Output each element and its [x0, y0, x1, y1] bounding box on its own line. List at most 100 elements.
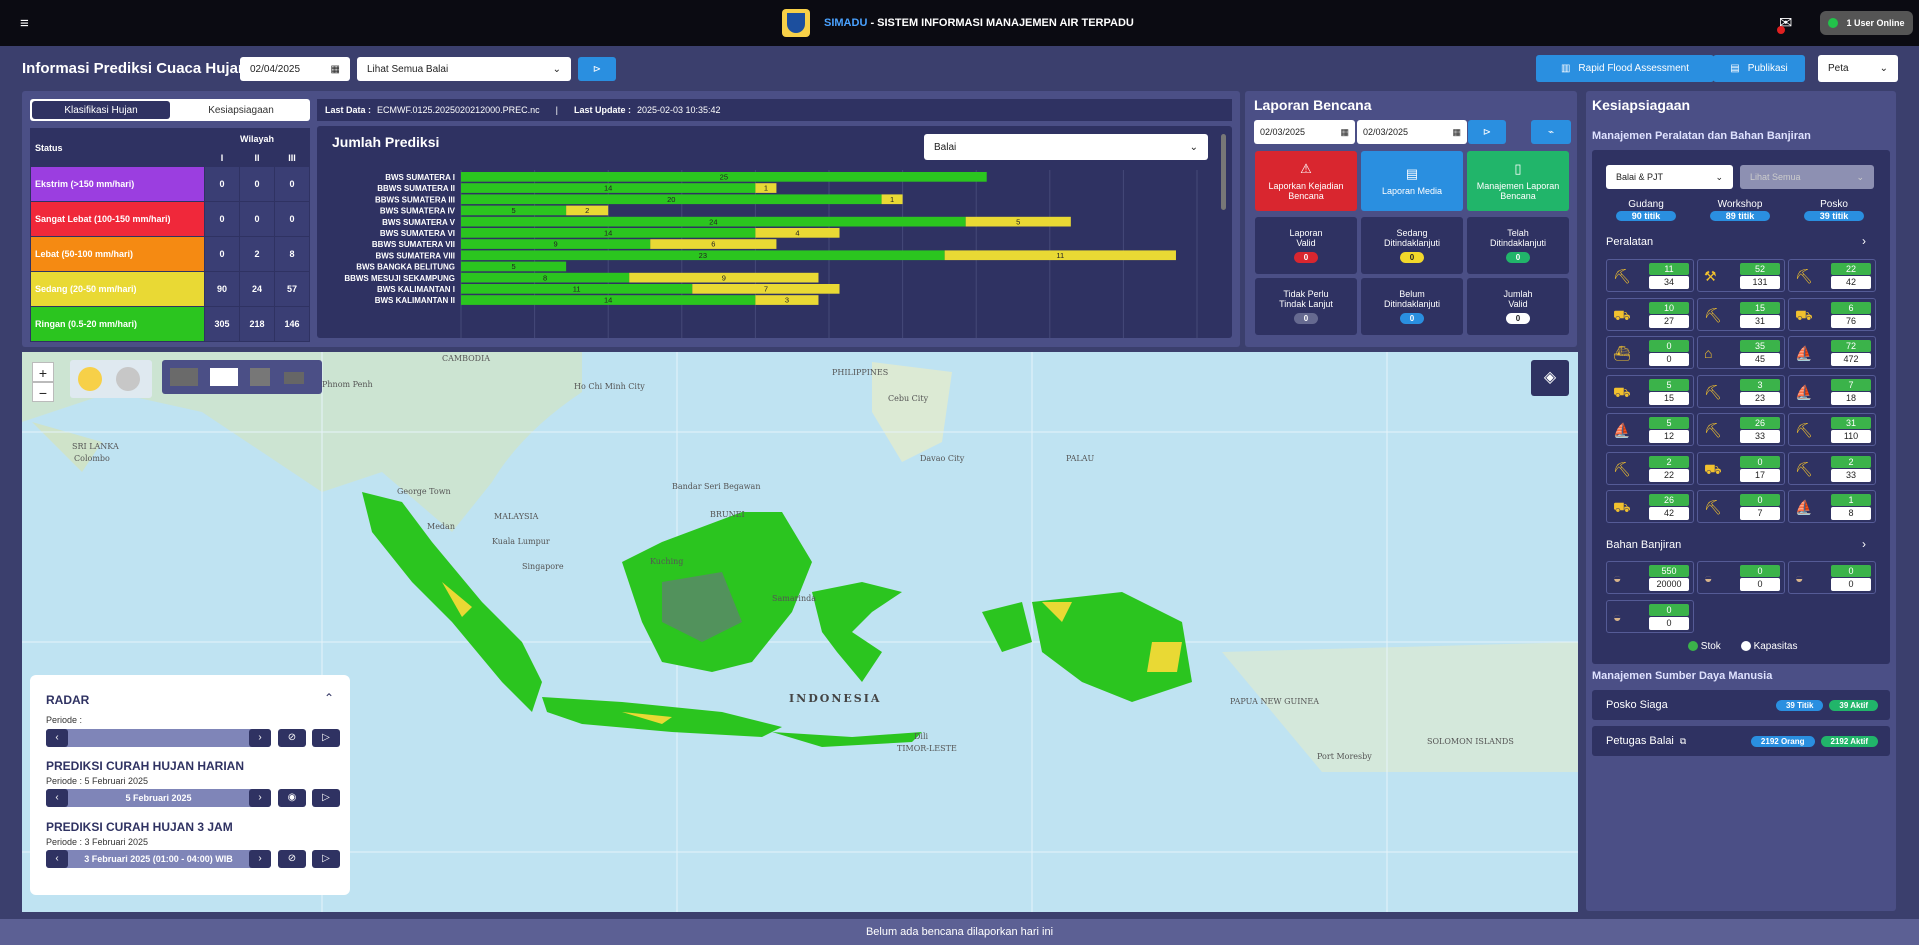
jam-slider[interactable]: ‹ 3 Februari 2025 (01:00 - 04:00) WIB › [46, 850, 271, 868]
peralatan-item[interactable]: ⛏ 22 42 [1788, 259, 1876, 292]
laporan-card[interactable]: ▯ Manajemen Laporan Bencana [1467, 151, 1569, 211]
publikasi-label: Publikasi [1747, 63, 1788, 74]
sandbag-icon: ◒ [1704, 570, 1713, 586]
peralatan-item[interactable]: ⛟ 5 15 [1606, 374, 1694, 408]
prev-icon[interactable]: ‹ [46, 789, 68, 807]
peralatan-item[interactable]: ⛏ 31 110 [1788, 413, 1876, 446]
peralatan-item[interactable]: ⚒ 52 131 [1697, 259, 1785, 292]
date-input[interactable]: 02/04/2025 ▦ [240, 57, 350, 81]
peralatan-item[interactable]: ⛏ 11 34 [1606, 259, 1694, 292]
bar-value-label: 14 [604, 229, 612, 238]
chevron-right-icon[interactable]: › [1862, 537, 1866, 551]
laporan-stat[interactable]: Belum Ditindaklanjuti 0 [1361, 278, 1463, 335]
view-select[interactable]: Peta ⌄ [1818, 55, 1898, 82]
prev-icon[interactable]: ‹ [46, 729, 68, 747]
peralatan-item[interactable]: ⛏ 26 33 [1697, 413, 1785, 446]
peralatan-item[interactable]: ⛏ 2 22 [1606, 451, 1694, 485]
zoom-out-button[interactable]: − [32, 382, 54, 402]
prev-icon[interactable]: ‹ [46, 850, 68, 868]
online-users-button[interactable]: 1 User Online [1820, 11, 1913, 35]
laporan-date-to[interactable]: 02/03/2025 ▦ [1357, 120, 1467, 144]
peralatan-item[interactable]: ⛟ 6 76 [1788, 297, 1876, 331]
peralatan-item[interactable]: ⛵ 72 472 [1788, 336, 1876, 369]
laporan-stat[interactable]: Jumlah Valid 0 [1467, 278, 1569, 335]
bahan-item[interactable]: ◒ 550 20000 [1606, 561, 1694, 594]
play-icon[interactable]: ▷ [312, 729, 340, 747]
laporan-card[interactable]: ⚠ Laporkan Kejadian Bencana [1255, 151, 1357, 211]
chevron-up-icon[interactable]: ⌃ [324, 691, 334, 705]
laporan-submit-button[interactable]: ⊳ [1468, 120, 1506, 144]
store-badge[interactable]: 39 titik [1804, 211, 1864, 221]
next-icon[interactable]: › [249, 729, 271, 747]
external-link-icon[interactable]: ⧉ [1680, 736, 1686, 747]
balai-pjt-select[interactable]: Balai & PJT ⌄ [1606, 165, 1733, 189]
peralatan-item[interactable]: ⛵ 1 8 [1788, 490, 1876, 523]
balai-select[interactable]: Lihat Semua Balai ⌄ [357, 57, 571, 81]
chart-scrollbar[interactable] [1221, 134, 1226, 210]
publikasi-button[interactable]: ▤ Publikasi [1713, 55, 1805, 82]
bahan-item[interactable]: ◒ 0 0 [1606, 599, 1694, 633]
peralatan-item[interactable]: ⛏ 3 23 [1697, 374, 1785, 408]
basemap-light-icon[interactable] [210, 368, 238, 386]
bahan-item[interactable]: ◒ 0 0 [1697, 561, 1785, 594]
store-badge[interactable]: 89 titik [1710, 211, 1770, 221]
laporan-card[interactable]: ▤ Laporan Media [1361, 151, 1463, 211]
online-dot-icon [1828, 18, 1839, 28]
water-logo-icon[interactable] [116, 367, 140, 391]
store-badge[interactable]: 90 titik [1616, 211, 1676, 221]
layers-icon[interactable]: ◈ [1531, 360, 1569, 396]
lihat-semua-select[interactable]: Lihat Semua ⌄ [1740, 165, 1874, 189]
peralatan-item[interactable]: ⛟ 26 42 [1606, 490, 1694, 523]
eye-off-icon[interactable]: ⊘ [278, 729, 306, 747]
peralatan-item[interactable]: ⛴ 0 0 [1606, 336, 1694, 369]
peralatan-item[interactable]: ⛏ 0 7 [1697, 490, 1785, 523]
laporan-date-from[interactable]: 02/03/2025 ▦ [1254, 120, 1355, 144]
play-icon[interactable]: ▷ [312, 789, 340, 807]
chevron-right-icon[interactable]: › [1862, 234, 1866, 248]
rapid-flood-assessment-button[interactable]: ▥ Rapid Flood Assessment [1536, 55, 1714, 82]
tab-klasifikasi-hujan[interactable]: Klasifikasi Hujan [32, 101, 170, 119]
basemap-dark-icon[interactable] [170, 368, 198, 386]
peralatan-item[interactable]: ⛏ 15 31 [1697, 297, 1785, 331]
kapasitas-value: 45 [1740, 353, 1780, 366]
peralatan-item[interactable]: ⛟ 10 27 [1606, 297, 1694, 331]
laporan-stat[interactable]: Tidak Perlu Tindak Lanjut 0 [1255, 278, 1357, 335]
chart-select-value: Balai [934, 141, 957, 153]
bahan-item[interactable]: ◒ 0 0 [1788, 561, 1876, 594]
bar-value-label: 5 [1016, 217, 1020, 226]
kapasitas-value: 34 [1649, 276, 1689, 289]
menu-icon[interactable]: ≡ [20, 15, 29, 32]
bar-value-label: 25 [720, 173, 728, 182]
submit-button[interactable]: ⊳ [578, 57, 616, 81]
harian-slider[interactable]: ‹ 5 Februari 2025 › [46, 789, 271, 807]
peralatan-item[interactable]: ⌂ 35 45 [1697, 336, 1785, 369]
kapasitas-value: 42 [1831, 276, 1871, 289]
eye-icon[interactable]: ◉ [278, 789, 306, 807]
tab-kesiapsiagaan[interactable]: Kesiapsiagaan [172, 99, 310, 121]
next-icon[interactable]: › [249, 850, 271, 868]
peralatan-item[interactable]: ⛵ 5 12 [1606, 413, 1694, 446]
bahan-title: Bahan Banjiran [1606, 539, 1682, 551]
basemap-terrain-icon[interactable] [284, 372, 304, 384]
chart-balai-select[interactable]: Balai ⌄ [924, 134, 1208, 160]
radar-slider[interactable]: ‹ › [46, 729, 271, 747]
laporan-stat[interactable]: Telah Ditindaklanjuti 0 [1467, 217, 1569, 274]
laporan-stat[interactable]: Laporan Valid 0 [1255, 217, 1357, 274]
next-icon[interactable]: › [249, 789, 271, 807]
eye-off-icon[interactable]: ⊘ [278, 850, 306, 868]
stok-value: 72 [1831, 340, 1871, 352]
simadu-logo-icon[interactable] [78, 367, 102, 391]
posko-siaga-row[interactable]: Posko Siaga 39 Titik 39 Aktif [1592, 690, 1890, 720]
date-from-value: 02/03/2025 [1260, 127, 1306, 137]
equipment-icon: ⛵ [1795, 499, 1813, 515]
play-icon[interactable]: ▷ [312, 850, 340, 868]
petugas-balai-row[interactable]: Petugas Balai ⧉ 2192 Orang 2192 Aktif [1592, 726, 1890, 756]
peralatan-item[interactable]: ⛵ 7 18 [1788, 374, 1876, 408]
kapasitas-value: 33 [1831, 468, 1871, 482]
basemap-satellite-icon[interactable] [250, 368, 270, 386]
laporan-stat[interactable]: Sedang Ditindaklanjuti 0 [1361, 217, 1463, 274]
peralatan-item[interactable]: ⛏ 2 33 [1788, 451, 1876, 485]
peralatan-item[interactable]: ⛟ 0 17 [1697, 451, 1785, 485]
zoom-in-button[interactable]: + [32, 362, 54, 382]
laporan-chart-button[interactable]: ⌁ [1531, 120, 1571, 144]
